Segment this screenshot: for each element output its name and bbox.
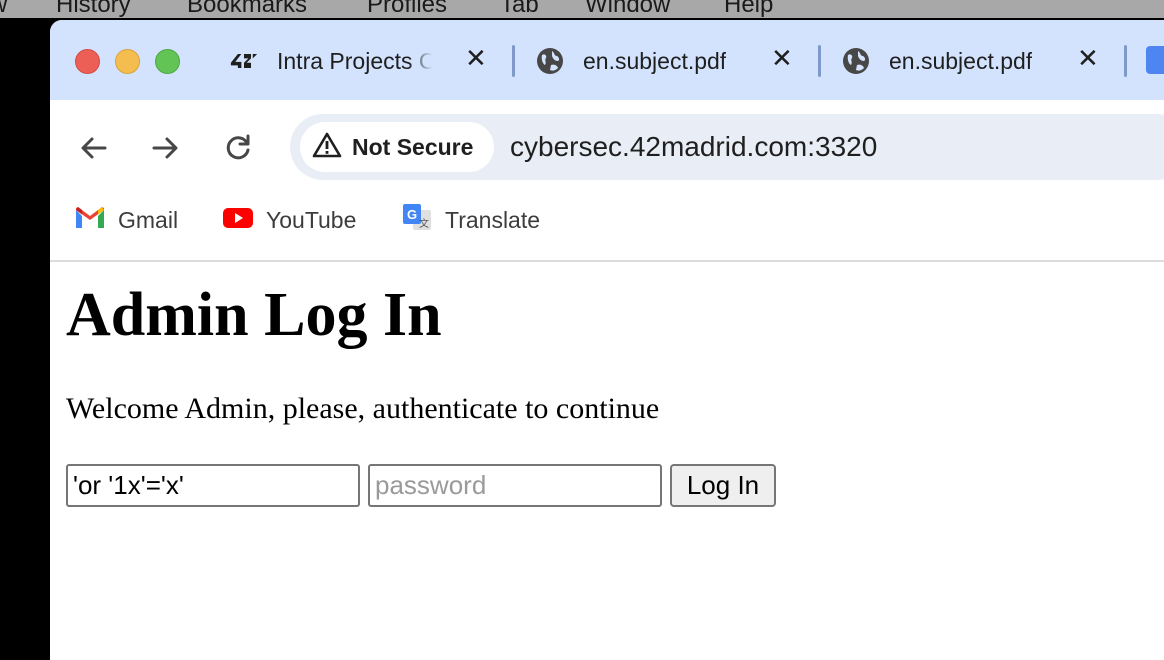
address-bar[interactable]: Not Secure cybersec.42madrid.com:3320 xyxy=(290,114,1164,180)
menu-item-profiles[interactable]: Profiles xyxy=(367,0,447,18)
window-maximize-button[interactable] xyxy=(155,49,180,74)
menu-item-tab[interactable]: Tab xyxy=(500,0,539,18)
login-button[interactable]: Log In xyxy=(670,464,776,507)
bookmark-label: Gmail xyxy=(118,206,179,233)
page-title: Admin Log In xyxy=(66,281,442,349)
bookmark-gmail[interactable]: Gmail xyxy=(74,203,178,237)
tab-title: en.subject.pdf xyxy=(583,47,727,74)
bookmark-youtube[interactable]: YouTube xyxy=(222,203,356,237)
back-arrow-icon[interactable] xyxy=(76,130,112,166)
bookmark-translate[interactable]: G 文 Translate xyxy=(401,203,540,237)
menu-item-history[interactable]: History xyxy=(56,0,131,18)
menu-item-help[interactable]: Help xyxy=(724,0,773,18)
forward-arrow-icon[interactable] xyxy=(147,130,183,166)
42-logo-icon xyxy=(230,47,258,75)
tab-separator xyxy=(818,45,821,77)
youtube-icon xyxy=(222,206,254,235)
welcome-message: Welcome Admin, please, authenticate to c… xyxy=(66,392,660,425)
not-secure-label: Not Secure xyxy=(352,133,474,160)
window-close-button[interactable] xyxy=(75,49,100,74)
tab-separator xyxy=(512,45,515,77)
desktop-background xyxy=(0,18,50,660)
username-input[interactable] xyxy=(66,464,360,507)
tab-title: Intra Projects C xyxy=(277,47,432,74)
bookmark-label: Translate xyxy=(445,206,541,233)
tab-separator xyxy=(1124,45,1127,77)
password-input[interactable] xyxy=(368,464,662,507)
url-text[interactable]: cybersec.42madrid.com:3320 xyxy=(510,131,877,163)
tab-intra-projects[interactable]: Intra Projects C ✕ xyxy=(230,40,490,82)
globe-icon xyxy=(842,47,870,75)
svg-text:G: G xyxy=(407,207,417,222)
tab-close-icon[interactable]: ✕ xyxy=(1077,43,1099,74)
macos-menu-bar: w History Bookmarks Profiles Tab Window … xyxy=(0,0,1164,18)
window-minimize-button[interactable] xyxy=(115,49,140,74)
gmail-icon xyxy=(74,206,106,235)
page-content: Admin Log In Welcome Admin, please, auth… xyxy=(50,262,1164,660)
menu-item-view[interactable]: w xyxy=(0,0,7,18)
tab-en-subject-2[interactable]: en.subject.pdf ✕ xyxy=(842,40,1102,82)
tab-close-icon[interactable]: ✕ xyxy=(771,43,793,74)
warning-triangle-icon xyxy=(312,131,342,164)
tab-en-subject-1[interactable]: en.subject.pdf ✕ xyxy=(536,40,796,82)
tab-close-icon[interactable]: ✕ xyxy=(465,43,487,74)
translate-icon: G 文 xyxy=(401,202,433,239)
browser-window: Intra Projects C ✕ en.subject.pdf ✕ en.s… xyxy=(50,20,1164,660)
site-security-chip[interactable]: Not Secure xyxy=(300,122,494,172)
reload-icon[interactable] xyxy=(220,130,256,166)
tab-title: en.subject.pdf xyxy=(889,47,1033,74)
tab-strip: Intra Projects C ✕ en.subject.pdf ✕ en.s… xyxy=(50,20,1164,100)
svg-text:文: 文 xyxy=(419,217,429,230)
globe-icon xyxy=(536,47,564,75)
bookmark-label: YouTube xyxy=(266,206,357,233)
menu-item-window[interactable]: Window xyxy=(585,0,670,18)
translate-tab-icon[interactable] xyxy=(1146,46,1164,74)
menu-item-bookmarks[interactable]: Bookmarks xyxy=(187,0,307,18)
bookmarks-bar xyxy=(50,180,1164,260)
